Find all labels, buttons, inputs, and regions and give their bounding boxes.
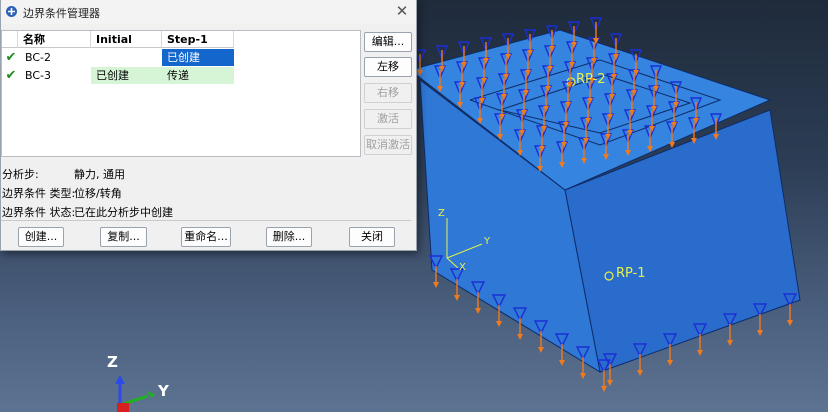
local-axis-x: X — [459, 262, 466, 273]
step-value: 静力, 通用 — [74, 168, 125, 181]
bc-type-value: 位移/转角 — [74, 187, 122, 200]
bc-symbol — [589, 17, 603, 44]
bc-status-label: 边界条件 状态: — [2, 206, 76, 219]
create-button[interactable]: 创建... — [18, 227, 64, 247]
row2-name[interactable]: BC-3 — [20, 67, 91, 84]
bc-type-label: 边界条件 类型: — [2, 187, 76, 200]
local-axis-z: Z — [438, 208, 445, 219]
triad-z-label: Z — [107, 353, 118, 371]
row2-check-icon[interactable]: ✔ — [4, 67, 18, 84]
row2-step1[interactable]: 传递 — [162, 67, 234, 84]
triad-y-label: Y — [158, 382, 169, 400]
row1-check-icon[interactable]: ✔ — [4, 49, 18, 66]
copy-button[interactable]: 复制... — [100, 227, 147, 247]
deactivate-button[interactable]: 取消激活 — [364, 135, 412, 155]
rp2-label: RP-2 — [576, 72, 606, 87]
divider — [1, 220, 411, 221]
dialog-title: 边界条件管理器 — [23, 7, 100, 20]
delete-button[interactable]: 删除... — [266, 227, 312, 247]
boundary-condition-manager-dialog: 边界条件管理器 ✕ 名称 Initial Step-1 ✔ BC-2 已创建 ✔… — [0, 0, 417, 251]
local-axis-y: Y — [484, 236, 491, 247]
step-label: 分析步: — [2, 168, 39, 181]
rp1-label: RP-1 — [616, 266, 646, 281]
dialog-titlebar[interactable]: 边界条件管理器 ✕ — [1, 0, 416, 24]
activate-button[interactable]: 激活 — [364, 109, 412, 129]
row1-initial[interactable] — [91, 49, 162, 66]
rename-button[interactable]: 重命名... — [181, 227, 231, 247]
close-button[interactable]: 关闭 — [349, 227, 395, 247]
header-name: 名称 — [18, 31, 91, 48]
move-left-button[interactable]: 左移 — [364, 57, 412, 77]
row2-initial[interactable]: 已创建 — [91, 67, 162, 84]
edit-button[interactable]: 编辑... — [364, 32, 412, 52]
close-icon[interactable]: ✕ — [394, 3, 410, 19]
row1-name[interactable]: BC-2 — [20, 49, 91, 66]
bc-status-value: 已在此分析步中创建 — [74, 206, 173, 219]
move-right-button[interactable]: 右移 — [364, 83, 412, 103]
header-blank — [2, 31, 18, 48]
row1-step1[interactable]: 已创建 — [162, 49, 234, 66]
bc-table[interactable]: 名称 Initial Step-1 ✔ BC-2 已创建 ✔ BC-3 已创建 … — [1, 30, 361, 157]
header-initial: Initial — [91, 31, 162, 48]
header-step1: Step-1 — [162, 31, 234, 48]
app-icon — [6, 6, 17, 17]
